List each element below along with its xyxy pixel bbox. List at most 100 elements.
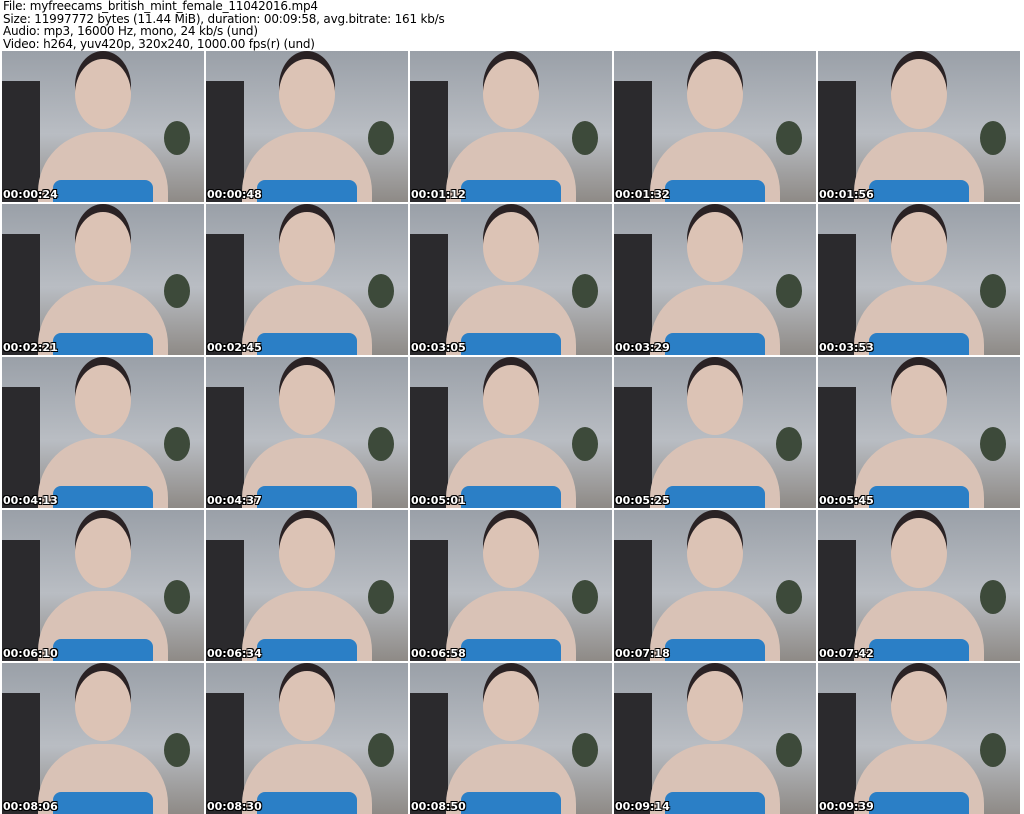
timestamp: 00:06:58: [411, 647, 466, 660]
person-head: [687, 59, 743, 129]
blue-top: [869, 333, 969, 355]
timestamp: 00:08:50: [411, 800, 466, 813]
video-thumbnail: 00:08:06: [2, 663, 204, 814]
blue-top: [257, 639, 357, 661]
person-head: [687, 518, 743, 588]
bookshelf: [614, 387, 652, 508]
bookshelf: [206, 387, 244, 508]
person-head: [891, 671, 947, 741]
audio-info: Audio: mp3, 16000 Hz, mono, 24 kb/s (und…: [3, 24, 258, 38]
person-head: [687, 212, 743, 282]
person-head: [279, 671, 335, 741]
timestamp: 00:06:10: [3, 647, 58, 660]
plant: [776, 121, 802, 155]
timestamp: 00:02:45: [207, 341, 262, 354]
person-head: [75, 365, 131, 435]
blue-top: [665, 486, 765, 508]
video-thumbnail: 00:05:01: [410, 357, 612, 508]
plant: [368, 580, 394, 614]
file-name: File: myfreecams_british_mint_female_110…: [3, 0, 318, 13]
timestamp: 00:03:29: [615, 341, 670, 354]
bookshelf: [206, 81, 244, 202]
video-thumbnail: 00:01:12: [410, 51, 612, 202]
person-head: [891, 59, 947, 129]
timestamp: 00:00:48: [207, 188, 262, 201]
plant: [572, 733, 598, 767]
timestamp: 00:02:21: [3, 341, 58, 354]
timestamp: 00:04:13: [3, 494, 58, 507]
plant: [980, 427, 1006, 461]
video-thumbnail: 00:02:45: [206, 204, 408, 355]
blue-top: [461, 180, 561, 202]
person-head: [483, 59, 539, 129]
video-thumbnail: 00:05:25: [614, 357, 816, 508]
bookshelf: [206, 540, 244, 661]
plant: [368, 427, 394, 461]
video-thumbnail: 00:04:37: [206, 357, 408, 508]
video-info: Video: h264, yuv420p, 320x240, 1000.00 f…: [3, 36, 315, 51]
person-head: [75, 212, 131, 282]
video-thumbnail: 00:09:14: [614, 663, 816, 814]
timestamp: 00:04:37: [207, 494, 262, 507]
person-head: [483, 212, 539, 282]
person-head: [687, 365, 743, 435]
bookshelf: [410, 387, 448, 508]
video-thumbnail: 00:06:10: [2, 510, 204, 661]
timestamp: 00:07:42: [819, 647, 874, 660]
video-thumbnail: 00:03:05: [410, 204, 612, 355]
bookshelf: [818, 540, 856, 661]
person-head: [687, 671, 743, 741]
person-head: [279, 212, 335, 282]
timestamp: 00:05:25: [615, 494, 670, 507]
video-thumbnail: 00:04:13: [2, 357, 204, 508]
person-head: [891, 212, 947, 282]
blue-top: [257, 486, 357, 508]
video-thumbnail: 00:05:45: [818, 357, 1020, 508]
bookshelf: [818, 693, 856, 814]
blue-top: [665, 333, 765, 355]
blue-top: [53, 639, 153, 661]
plant: [980, 733, 1006, 767]
bookshelf: [818, 81, 856, 202]
timestamp: 00:06:34: [207, 647, 262, 660]
bookshelf: [206, 693, 244, 814]
blue-top: [665, 180, 765, 202]
person-head: [483, 671, 539, 741]
timestamp: 00:08:30: [207, 800, 262, 813]
video-thumbnail: 00:07:42: [818, 510, 1020, 661]
bookshelf: [410, 693, 448, 814]
bookshelf: [2, 234, 40, 355]
timestamp: 00:01:32: [615, 188, 670, 201]
video-thumbnail: 00:02:21: [2, 204, 204, 355]
plant: [572, 121, 598, 155]
video-thumbnail: 00:00:24: [2, 51, 204, 202]
blue-top: [665, 639, 765, 661]
timestamp: 00:05:01: [411, 494, 466, 507]
blue-top: [869, 639, 969, 661]
blue-top: [53, 333, 153, 355]
thumbnail-grid: 00:00:24 00:00:48 00:01:12 00:01:32 00:01:56…: [2, 51, 1020, 814]
video-thumbnail: 00:09:39: [818, 663, 1020, 814]
person-head: [891, 365, 947, 435]
person-head: [483, 365, 539, 435]
plant: [368, 733, 394, 767]
plant: [164, 427, 190, 461]
bookshelf: [410, 81, 448, 202]
plant: [980, 580, 1006, 614]
plant: [980, 274, 1006, 308]
timestamp: 00:08:06: [3, 800, 58, 813]
plant: [572, 427, 598, 461]
video-thumbnail: 00:06:34: [206, 510, 408, 661]
blue-top: [461, 333, 561, 355]
bookshelf: [410, 540, 448, 661]
bookshelf: [410, 234, 448, 355]
video-thumbnail: 00:03:29: [614, 204, 816, 355]
timestamp: 00:03:05: [411, 341, 466, 354]
video-thumbnail: 00:00:48: [206, 51, 408, 202]
blue-top: [869, 486, 969, 508]
person-head: [483, 518, 539, 588]
video-thumbnail: 00:01:32: [614, 51, 816, 202]
person-head: [75, 518, 131, 588]
bookshelf: [818, 234, 856, 355]
video-thumbnail: 00:01:56: [818, 51, 1020, 202]
